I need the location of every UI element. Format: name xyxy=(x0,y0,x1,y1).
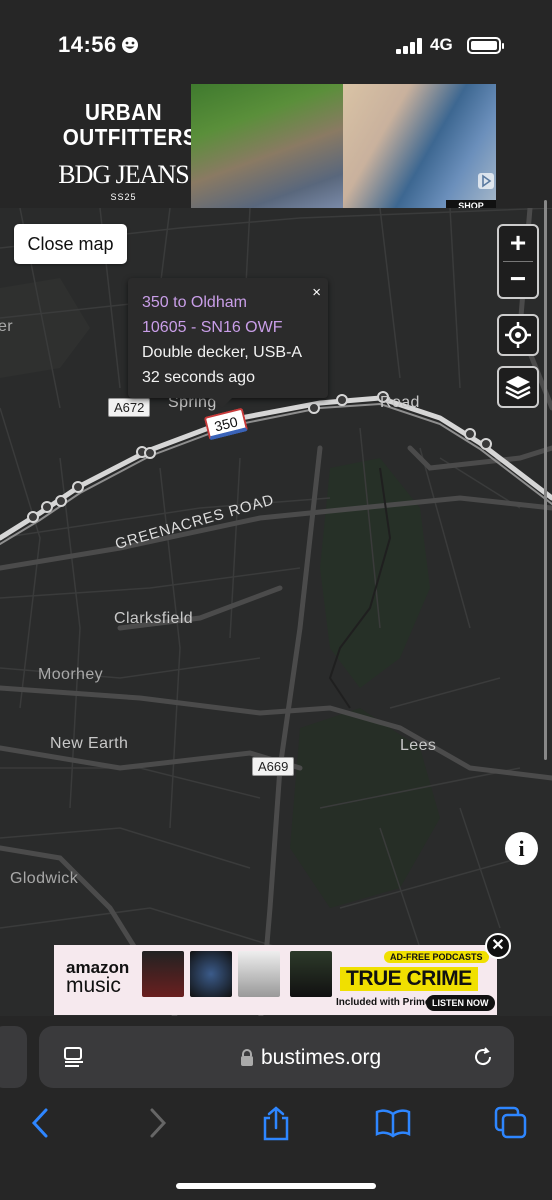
map-view[interactable]: er Spring Road GREENACRES ROAD Clarksfie… xyxy=(0,208,552,1026)
locate-button[interactable] xyxy=(497,314,539,356)
podcast-cover-3 xyxy=(238,951,280,997)
podcast-cover-4 xyxy=(290,951,332,997)
ad-brand-line2: OUTFITTERS xyxy=(62,124,198,150)
locate-icon xyxy=(505,322,531,348)
popup-route-link[interactable]: 350 to Oldham xyxy=(142,290,314,315)
ad-close-button[interactable]: ✕ xyxy=(485,933,511,959)
lock-icon xyxy=(241,1049,253,1066)
bookmarks-icon[interactable] xyxy=(374,1106,412,1140)
previous-tab[interactable] xyxy=(0,1026,27,1088)
map-label-lees: Lees xyxy=(400,737,437,754)
back-icon[interactable] xyxy=(28,1106,52,1140)
browser-chrome: bustimes.org xyxy=(0,1016,552,1200)
page-scrollbar[interactable] xyxy=(544,200,547,760)
ad-subline: Included with Prime xyxy=(336,997,431,1008)
zoom-in-button[interactable]: + xyxy=(499,226,537,261)
battery-icon xyxy=(467,37,504,54)
reader-mode-icon[interactable] xyxy=(63,1046,85,1068)
layers-button[interactable] xyxy=(497,366,539,408)
map-info-button[interactable]: i xyxy=(505,832,538,865)
share-icon[interactable] xyxy=(260,1106,292,1142)
bottom-ad-banner[interactable]: amazon music AD-FREE PODCASTS TRUE CRIME… xyxy=(54,945,497,1015)
ad-brand-line1: URBAN xyxy=(84,99,163,125)
map-label-er: er xyxy=(0,318,14,335)
podcast-cover-1 xyxy=(142,951,184,997)
network-type: 4G xyxy=(430,35,453,54)
status-bar: 14:56 4G xyxy=(0,0,552,84)
ad-brand-line3: BDG JEANS xyxy=(58,160,189,189)
ad-amazon-line2: music xyxy=(66,974,121,997)
zoom-out-button[interactable]: − xyxy=(499,262,537,297)
popup-vehicle-link[interactable]: 10605 - SN16 OWF xyxy=(142,315,314,340)
ad-amazon-logo: amazon music xyxy=(66,959,129,997)
ad-photo-right xyxy=(343,84,496,210)
popup-close-button[interactable]: × xyxy=(312,280,321,305)
address-bar[interactable]: bustimes.org xyxy=(39,1026,514,1088)
signal-icon xyxy=(396,38,422,54)
ad-headline: TRUE CRIME xyxy=(340,967,478,991)
ad-brand-line4: SS25 xyxy=(110,192,137,202)
map-label-glodwick: Glodwick xyxy=(10,870,79,887)
map-label-clarksfield: Clarksfield xyxy=(114,610,194,627)
face-icon xyxy=(121,37,138,53)
map-label-new-earth: New Earth xyxy=(50,735,129,752)
ad-brand-block: URBAN OUTFITTERS BDG JEANS SS25 xyxy=(56,84,198,210)
status-time: 14:56 xyxy=(58,32,139,58)
ad-listen-button[interactable]: LISTEN NOW xyxy=(426,995,495,1011)
reload-icon[interactable] xyxy=(471,1045,495,1069)
map-label-road: Road xyxy=(380,394,420,411)
top-ad-banner[interactable]: URBAN OUTFITTERS BDG JEANS SS25 SHOP xyxy=(0,84,552,211)
close-map-button[interactable]: Close map xyxy=(14,224,127,264)
layers-icon xyxy=(505,376,531,400)
podcast-cover-2 xyxy=(190,951,232,997)
ad-choices-icon[interactable] xyxy=(478,173,494,189)
tabs-icon[interactable] xyxy=(494,1106,528,1140)
road-shield-a669: A669 xyxy=(252,757,295,776)
vehicle-popup: 350 to Oldham 10605 - SN16 OWF Double de… xyxy=(128,278,328,408)
popup-updated-time: 32 seconds ago xyxy=(142,369,255,386)
popup-vehicle-type: Double decker, USB-A xyxy=(142,344,303,361)
map-label-moorhey: Moorhey xyxy=(38,666,104,683)
zoom-control: + − xyxy=(497,224,539,299)
url-text: bustimes.org xyxy=(261,1046,382,1069)
ad-photo-left xyxy=(191,84,343,210)
home-indicator[interactable] xyxy=(176,1183,376,1189)
road-shield-a672: A672 xyxy=(108,398,151,417)
ad-tag: AD-FREE PODCASTS xyxy=(384,951,489,963)
forward-icon[interactable] xyxy=(146,1106,170,1140)
